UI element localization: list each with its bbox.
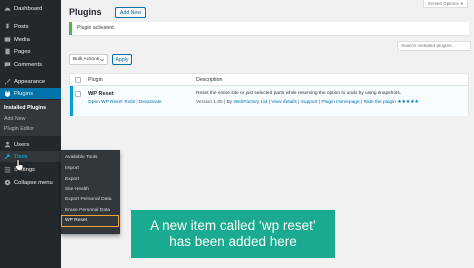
column-header-description: Description bbox=[196, 77, 223, 83]
caret-down-icon: ▾ bbox=[460, 0, 463, 6]
submenu-add-new[interactable]: Add New bbox=[4, 116, 26, 122]
menu-label: Pages bbox=[14, 48, 31, 55]
menu-item-users[interactable]: Users bbox=[0, 139, 61, 150]
menu-item-pages[interactable]: Pages bbox=[0, 46, 61, 57]
menu-item-comments[interactable]: Comments bbox=[0, 59, 61, 70]
admin-sidebar: Dashboard Posts Media Pages Comments App… bbox=[0, 0, 61, 268]
menu-label: Comments bbox=[14, 61, 43, 68]
select-all-checkbox[interactable] bbox=[75, 77, 81, 83]
table-row: WP Reset Open WP Reset Tools | Deactivat… bbox=[70, 86, 468, 116]
add-new-button[interactable]: Add New bbox=[115, 7, 147, 18]
menu-label: Media bbox=[14, 36, 30, 43]
column-header-plugin[interactable]: Plugin bbox=[88, 77, 103, 83]
settings-icon bbox=[4, 166, 11, 173]
plugin-description: Reset the entire site or just selected p… bbox=[196, 91, 402, 96]
tutorial-caption-banner: A new item called ‘wp reset’ has been ad… bbox=[131, 210, 335, 258]
screen-options-button[interactable]: Screen Options ▾ bbox=[422, 0, 468, 8]
menu-item-media[interactable]: Media bbox=[0, 34, 61, 45]
wrench-icon bbox=[4, 153, 11, 160]
support-link[interactable]: Support bbox=[301, 100, 318, 105]
menu-item-collapse[interactable]: Collapse menu bbox=[0, 177, 61, 188]
search-plugins-input[interactable] bbox=[397, 41, 471, 51]
menu-label: Plugins bbox=[14, 90, 34, 97]
menu-label: Users bbox=[14, 141, 30, 148]
plugin-meta: Version 1.80 | By WebFactory Ltd | View … bbox=[196, 100, 419, 105]
caption-line-2: has been added here bbox=[169, 234, 297, 249]
menu-label: Dashboard bbox=[14, 5, 43, 12]
menu-item-appearance[interactable]: Appearance bbox=[0, 76, 61, 87]
menu-item-posts[interactable]: Posts bbox=[0, 21, 61, 32]
comment-icon bbox=[4, 61, 11, 68]
hand-cursor-icon bbox=[14, 159, 24, 171]
menu-item-plugins[interactable]: Plugins bbox=[0, 88, 61, 99]
row-checkbox[interactable] bbox=[75, 91, 81, 97]
menu-item-settings[interactable]: Settings bbox=[0, 164, 61, 175]
success-notice: Plugin activated. bbox=[69, 22, 469, 35]
page-icon bbox=[4, 48, 11, 55]
bulk-actions-value: Bulk Actions bbox=[73, 57, 100, 62]
author-link[interactable]: WebFactory Ltd bbox=[234, 100, 268, 105]
deactivate-link[interactable]: Deactivate bbox=[139, 100, 162, 105]
plugin-homepage-link[interactable]: Plugin Homepage bbox=[321, 100, 359, 105]
pin-icon bbox=[4, 23, 11, 30]
menu-label: Appearance bbox=[14, 78, 46, 85]
submenu-installed-plugins[interactable]: Installed Plugins bbox=[4, 105, 46, 111]
submenu-plugin-editor[interactable]: Plugin Editor bbox=[4, 126, 34, 132]
chevron-down-icon bbox=[100, 58, 104, 62]
media-icon bbox=[4, 36, 11, 43]
menu-label: Posts bbox=[14, 23, 29, 30]
notice-text: Plugin activated. bbox=[77, 25, 116, 31]
plugin-version: Version 1.80 bbox=[196, 100, 223, 105]
open-wp-reset-tools-link[interactable]: Open WP Reset Tools bbox=[88, 100, 135, 105]
rate-plugin-link[interactable]: Rate the plugin bbox=[364, 100, 396, 105]
menu-item-tools[interactable]: Tools bbox=[0, 151, 61, 162]
plugins-table: Plugin Description WP Reset Open WP Rese… bbox=[69, 73, 469, 116]
table-header: Plugin Description bbox=[70, 74, 468, 86]
caption-line-1: A new item called ‘wp reset’ bbox=[150, 218, 316, 233]
apply-button[interactable]: Apply bbox=[112, 54, 132, 65]
collapse-icon bbox=[4, 179, 11, 186]
bulk-actions-select[interactable]: Bulk Actions bbox=[69, 54, 108, 65]
menu-label: Collapse menu bbox=[14, 179, 53, 186]
plug-icon bbox=[4, 90, 11, 97]
dashboard-icon bbox=[4, 5, 11, 12]
user-icon bbox=[4, 141, 11, 148]
screen-options-label: Screen Options bbox=[427, 1, 459, 6]
plugin-name: WP Reset bbox=[88, 91, 114, 97]
view-details-link[interactable]: View details bbox=[271, 100, 297, 105]
menu-item-dashboard[interactable]: Dashboard bbox=[0, 3, 61, 14]
plugins-submenu: Installed Plugins Add New Plugin Editor bbox=[0, 100, 61, 136]
author-prefix: By bbox=[226, 100, 233, 105]
row-actions: Open WP Reset Tools | Deactivate bbox=[88, 100, 162, 105]
rating-stars: ★★★★★ bbox=[397, 100, 419, 105]
paintbrush-icon bbox=[4, 78, 11, 85]
page-title: Plugins bbox=[69, 7, 102, 17]
